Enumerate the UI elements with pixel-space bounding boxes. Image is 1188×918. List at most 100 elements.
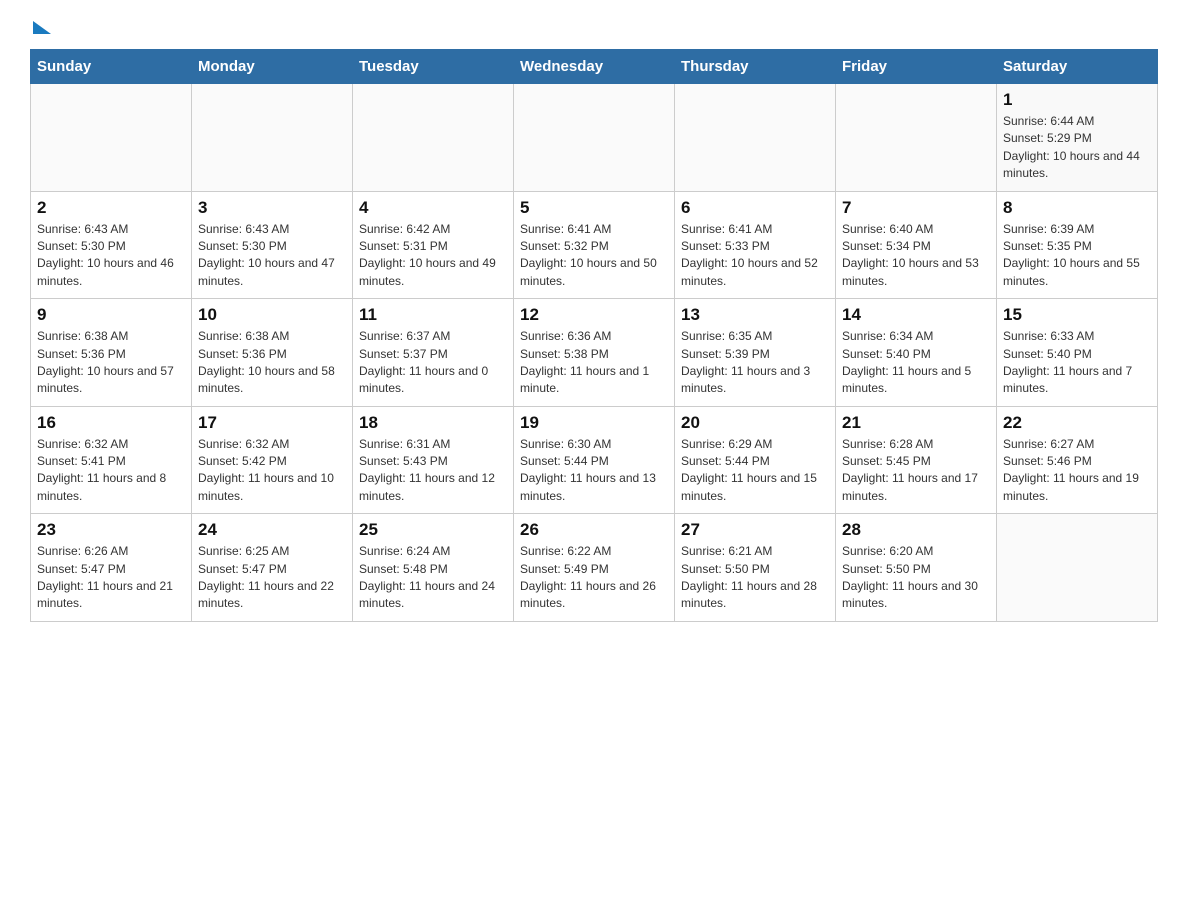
calendar-cell (31, 84, 192, 192)
calendar-cell: 13 Sunrise: 6:35 AMSunset: 5:39 PMDayligh… (675, 299, 836, 407)
day-info: Sunrise: 6:20 AMSunset: 5:50 PMDaylight:… (842, 543, 990, 613)
day-info: Sunrise: 6:24 AMSunset: 5:48 PMDaylight:… (359, 543, 507, 613)
day-number: 21 (842, 413, 990, 433)
day-info: Sunrise: 6:25 AMSunset: 5:47 PMDaylight:… (198, 543, 346, 613)
calendar-cell: 7 Sunrise: 6:40 AMSunset: 5:34 PMDaylight… (836, 191, 997, 299)
day-number: 19 (520, 413, 668, 433)
day-number: 7 (842, 198, 990, 218)
calendar-cell: 6 Sunrise: 6:41 AMSunset: 5:33 PMDaylight… (675, 191, 836, 299)
calendar-cell: 20 Sunrise: 6:29 AMSunset: 5:44 PMDayligh… (675, 406, 836, 514)
day-number: 5 (520, 198, 668, 218)
day-header-wednesday: Wednesday (514, 50, 675, 84)
day-number: 28 (842, 520, 990, 540)
day-number: 17 (198, 413, 346, 433)
calendar-cell: 5 Sunrise: 6:41 AMSunset: 5:32 PMDaylight… (514, 191, 675, 299)
calendar-week-row: 16 Sunrise: 6:32 AMSunset: 5:41 PMDayligh… (31, 406, 1158, 514)
calendar-cell: 19 Sunrise: 6:30 AMSunset: 5:44 PMDayligh… (514, 406, 675, 514)
day-info: Sunrise: 6:41 AMSunset: 5:33 PMDaylight:… (681, 221, 829, 291)
day-number: 25 (359, 520, 507, 540)
day-info: Sunrise: 6:27 AMSunset: 5:46 PMDaylight:… (1003, 436, 1151, 506)
calendar-cell: 15 Sunrise: 6:33 AMSunset: 5:40 PMDayligh… (997, 299, 1158, 407)
day-number: 11 (359, 305, 507, 325)
calendar-cell: 2 Sunrise: 6:43 AMSunset: 5:30 PMDaylight… (31, 191, 192, 299)
day-number: 2 (37, 198, 185, 218)
day-info: Sunrise: 6:37 AMSunset: 5:37 PMDaylight:… (359, 328, 507, 398)
calendar-cell: 16 Sunrise: 6:32 AMSunset: 5:41 PMDayligh… (31, 406, 192, 514)
calendar-cell: 10 Sunrise: 6:38 AMSunset: 5:36 PMDayligh… (192, 299, 353, 407)
calendar-week-row: 9 Sunrise: 6:38 AMSunset: 5:36 PMDaylight… (31, 299, 1158, 407)
day-number: 8 (1003, 198, 1151, 218)
calendar-week-row: 2 Sunrise: 6:43 AMSunset: 5:30 PMDaylight… (31, 191, 1158, 299)
day-header-tuesday: Tuesday (353, 50, 514, 84)
day-number: 22 (1003, 413, 1151, 433)
calendar-cell: 25 Sunrise: 6:24 AMSunset: 5:48 PMDayligh… (353, 514, 514, 622)
calendar-table: SundayMondayTuesdayWednesdayThursdayFrid… (30, 49, 1158, 622)
day-info: Sunrise: 6:33 AMSunset: 5:40 PMDaylight:… (1003, 328, 1151, 398)
day-info: Sunrise: 6:44 AMSunset: 5:29 PMDaylight:… (1003, 113, 1151, 183)
calendar-cell (997, 514, 1158, 622)
day-number: 20 (681, 413, 829, 433)
day-info: Sunrise: 6:36 AMSunset: 5:38 PMDaylight:… (520, 328, 668, 398)
calendar-cell: 4 Sunrise: 6:42 AMSunset: 5:31 PMDaylight… (353, 191, 514, 299)
calendar-cell: 3 Sunrise: 6:43 AMSunset: 5:30 PMDaylight… (192, 191, 353, 299)
day-number: 12 (520, 305, 668, 325)
day-number: 14 (842, 305, 990, 325)
calendar-cell: 12 Sunrise: 6:36 AMSunset: 5:38 PMDayligh… (514, 299, 675, 407)
calendar-cell: 17 Sunrise: 6:32 AMSunset: 5:42 PMDayligh… (192, 406, 353, 514)
calendar-cell: 27 Sunrise: 6:21 AMSunset: 5:50 PMDayligh… (675, 514, 836, 622)
day-number: 24 (198, 520, 346, 540)
calendar-cell: 23 Sunrise: 6:26 AMSunset: 5:47 PMDayligh… (31, 514, 192, 622)
day-number: 27 (681, 520, 829, 540)
day-info: Sunrise: 6:43 AMSunset: 5:30 PMDaylight:… (37, 221, 185, 291)
day-number: 9 (37, 305, 185, 325)
day-number: 4 (359, 198, 507, 218)
calendar-cell: 26Sunrise: 6:22 AMSunset: 5:49 PMDayligh… (514, 514, 675, 622)
day-number: 3 (198, 198, 346, 218)
day-info: Sunrise: 6:43 AMSunset: 5:30 PMDaylight:… (198, 221, 346, 291)
day-info: Sunrise: 6:21 AMSunset: 5:50 PMDaylight:… (681, 543, 829, 613)
day-info: Sunrise: 6:34 AMSunset: 5:40 PMDaylight:… (842, 328, 990, 398)
day-info: Sunrise: 6:41 AMSunset: 5:32 PMDaylight:… (520, 221, 668, 291)
calendar-cell: 9 Sunrise: 6:38 AMSunset: 5:36 PMDaylight… (31, 299, 192, 407)
day-number: 23 (37, 520, 185, 540)
day-number: 1 (1003, 90, 1151, 110)
day-info: Sunrise: 6:29 AMSunset: 5:44 PMDaylight:… (681, 436, 829, 506)
day-header-saturday: Saturday (997, 50, 1158, 84)
logo (30, 20, 51, 33)
day-info: Sunrise: 6:38 AMSunset: 5:36 PMDaylight:… (37, 328, 185, 398)
calendar-cell: 14 Sunrise: 6:34 AMSunset: 5:40 PMDayligh… (836, 299, 997, 407)
day-header-monday: Monday (192, 50, 353, 84)
day-info: Sunrise: 6:40 AMSunset: 5:34 PMDaylight:… (842, 221, 990, 291)
calendar-cell (836, 84, 997, 192)
calendar-header-row: SundayMondayTuesdayWednesdayThursdayFrid… (31, 50, 1158, 84)
day-number: 26 (520, 520, 668, 540)
day-info: Sunrise: 6:32 AMSunset: 5:42 PMDaylight:… (198, 436, 346, 506)
day-number: 13 (681, 305, 829, 325)
calendar-cell: 21 Sunrise: 6:28 AMSunset: 5:45 PMDayligh… (836, 406, 997, 514)
calendar-cell: 28 Sunrise: 6:20 AMSunset: 5:50 PMDayligh… (836, 514, 997, 622)
calendar-cell (353, 84, 514, 192)
day-header-thursday: Thursday (675, 50, 836, 84)
day-number: 6 (681, 198, 829, 218)
day-info: Sunrise: 6:32 AMSunset: 5:41 PMDaylight:… (37, 436, 185, 506)
day-info: Sunrise: 6:31 AMSunset: 5:43 PMDaylight:… (359, 436, 507, 506)
day-info: Sunrise: 6:35 AMSunset: 5:39 PMDaylight:… (681, 328, 829, 398)
calendar-cell (514, 84, 675, 192)
day-info: Sunrise: 6:39 AMSunset: 5:35 PMDaylight:… (1003, 221, 1151, 291)
calendar-cell: 1 Sunrise: 6:44 AMSunset: 5:29 PMDaylight… (997, 84, 1158, 192)
day-header-friday: Friday (836, 50, 997, 84)
day-info: Sunrise: 6:38 AMSunset: 5:36 PMDaylight:… (198, 328, 346, 398)
day-number: 15 (1003, 305, 1151, 325)
day-number: 16 (37, 413, 185, 433)
calendar-week-row: 23 Sunrise: 6:26 AMSunset: 5:47 PMDayligh… (31, 514, 1158, 622)
day-number: 10 (198, 305, 346, 325)
calendar-cell: 22 Sunrise: 6:27 AMSunset: 5:46 PMDayligh… (997, 406, 1158, 514)
calendar-cell: 18 Sunrise: 6:31 AMSunset: 5:43 PMDayligh… (353, 406, 514, 514)
logo-arrow-icon (33, 21, 51, 34)
day-info: Sunrise: 6:26 AMSunset: 5:47 PMDaylight:… (37, 543, 185, 613)
day-info: Sunrise: 6:30 AMSunset: 5:44 PMDaylight:… (520, 436, 668, 506)
day-number: 18 (359, 413, 507, 433)
calendar-cell (192, 84, 353, 192)
day-info: Sunrise: 6:28 AMSunset: 5:45 PMDaylight:… (842, 436, 990, 506)
day-info: Sunrise: 6:42 AMSunset: 5:31 PMDaylight:… (359, 221, 507, 291)
